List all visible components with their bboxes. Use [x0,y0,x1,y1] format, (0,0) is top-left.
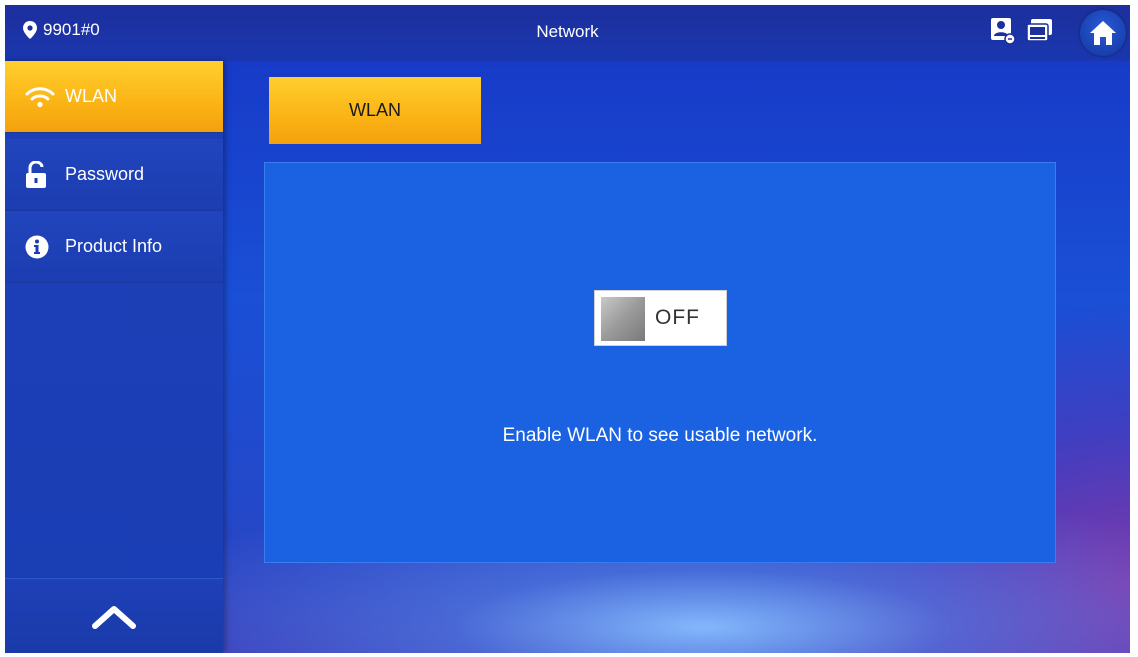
chevron-up-icon [92,605,136,629]
sidebar-item-label: Product Info [65,236,163,256]
monitor-icon[interactable] [1026,18,1054,44]
sidebar: WLAN Password Product Info [5,61,223,653]
wifi-icon [25,86,55,107]
info-icon [25,235,49,258]
unlock-icon [26,160,46,188]
page-title: Network [536,22,599,41]
toggle-knob [601,297,645,341]
sidebar-item-product-info[interactable]: Product Info [5,211,223,283]
sidebar-item-label: Password [65,164,145,184]
sidebar-item-password[interactable]: Password [5,139,223,211]
contact-card-icon[interactable] [990,17,1016,45]
screen: 9901#0 Network WLAN Password Product Inf… [5,5,1130,653]
sidebar-item-label: WLAN [65,86,118,106]
home-icon [1090,21,1116,45]
top-bar: 9901#0 Network [5,5,1130,61]
home-button[interactable] [1080,10,1126,56]
sidebar-item-wlan[interactable]: WLAN [5,61,223,133]
tab-wlan[interactable]: WLAN [269,77,481,144]
toggle-state: OFF [655,306,700,329]
wlan-hint: Enable WLAN to see usable network. [502,425,818,446]
wlan-toggle[interactable]: OFF [594,290,727,346]
wlan-panel: OFF Enable WLAN to see usable network. [264,162,1056,563]
scroll-up-button[interactable] [5,578,223,653]
